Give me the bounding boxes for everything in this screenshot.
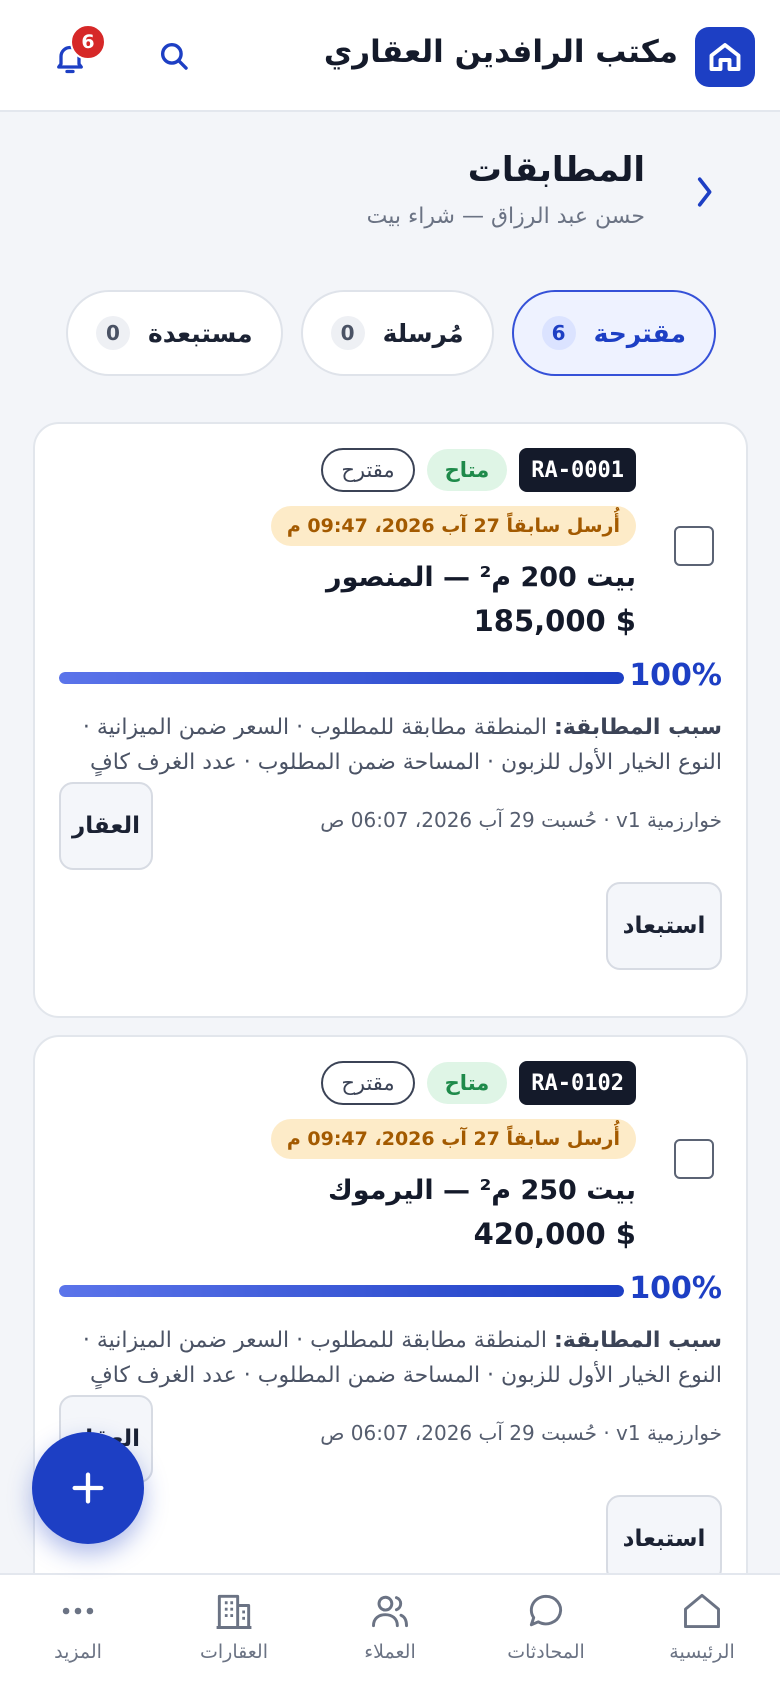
page-subtitle: حسن عبد الرزاق — شراء بيت: [366, 204, 645, 229]
exclude-button[interactable]: استبعاد: [606, 1495, 722, 1583]
availability-badge: متاح: [426, 1062, 508, 1104]
card-chips: RA-0102 متاح مقترح: [321, 1061, 636, 1105]
tab-label: مُرسلة: [382, 318, 464, 348]
view-property-button[interactable]: العقار: [59, 782, 153, 870]
match-score: 100%: [59, 656, 722, 700]
building-icon: [216, 1594, 252, 1629]
algorithm-info: خوارزمية v1 · حُسبت 29 آب 2026، 06:07 ص: [320, 1421, 722, 1445]
tab-sent[interactable]: مُرسلة 0: [300, 290, 494, 376]
availability-badge: متاح: [426, 449, 508, 491]
match-reason-label: سبب المطابقة:: [553, 1328, 722, 1353]
match-score-bar: [59, 1285, 624, 1297]
back-button[interactable]: [686, 172, 722, 212]
nav-item-home[interactable]: الرئيسية: [624, 1575, 780, 1688]
property-price: 185,000 $: [473, 604, 636, 638]
tab-count-badge: 0: [95, 316, 130, 350]
property-title: بيت 250 م² — اليرموك: [328, 1175, 636, 1206]
home-icon: [684, 1593, 720, 1629]
nav-item-more[interactable]: المزيد: [0, 1575, 156, 1688]
page-title: المطابقات: [467, 150, 645, 190]
property-price: 420,000 $: [473, 1217, 636, 1251]
stage-badge: مقترح: [321, 1061, 415, 1105]
exclude-button[interactable]: استبعاد: [606, 882, 722, 970]
stage-badge: مقترح: [321, 448, 415, 492]
bottom-navigation: الرئيسية المحادثات العملاء العقارات المز…: [0, 1573, 780, 1688]
tab-excluded[interactable]: مستبعدة 0: [65, 290, 283, 376]
nav-label: المزيد: [54, 1641, 102, 1663]
match-score-fill: [59, 672, 624, 684]
nav-label: المحادثات: [507, 1641, 585, 1663]
more-icon: [62, 1607, 94, 1615]
nav-item-properties[interactable]: العقارات: [156, 1575, 312, 1688]
notification-count-badge: 6: [70, 24, 106, 60]
nav-item-clients[interactable]: العملاء: [312, 1575, 468, 1688]
nav-label: العقارات: [200, 1641, 268, 1663]
top-app-bar: مكتب الرافدين العقاري 6: [0, 0, 780, 112]
match-reason-label: سبب المطابقة:: [553, 715, 722, 740]
match-score-percent: 100%: [629, 658, 722, 693]
brand-title: مكتب الرافدين العقاري: [323, 34, 678, 70]
match-card: RA-0001 متاح مقترح أُرسل سابقاً 27 آب 20…: [33, 422, 748, 1018]
plus-icon: [72, 1472, 104, 1504]
match-status-tabs: مقترحة 6 مُرسلة 0 مستبعدة 0: [65, 290, 716, 376]
tab-label: مقترحة: [593, 318, 686, 348]
tab-count-badge: 6: [541, 316, 576, 350]
tab-label: مستبعدة: [147, 318, 253, 348]
previously-sent-badge: أُرسل سابقاً 27 آب 2026، 09:47 م: [270, 1119, 636, 1159]
nav-label: العملاء: [364, 1641, 416, 1663]
tab-suggested[interactable]: مقترحة 6: [511, 290, 716, 376]
property-code-chip: RA-0001: [519, 448, 636, 492]
select-checkbox[interactable]: [674, 526, 714, 566]
match-reason: سبب المطابقة: المنطقة مطابقة للمطلوب · ا…: [59, 1323, 722, 1393]
card-chips: RA-0001 متاح مقترح: [321, 448, 636, 492]
match-score: 100%: [59, 1269, 722, 1313]
brand-logo-home-icon: [695, 27, 755, 87]
search-button[interactable]: [152, 34, 196, 78]
users-icon: [372, 1595, 408, 1628]
add-button[interactable]: [32, 1432, 144, 1544]
property-code-chip: RA-0102: [519, 1061, 636, 1105]
chevron-right-icon: [697, 177, 712, 207]
previously-sent-badge: أُرسل سابقاً 27 آب 2026، 09:47 م: [270, 506, 636, 546]
nav-label: الرئيسية: [669, 1641, 735, 1663]
nav-item-chats[interactable]: المحادثات: [468, 1575, 624, 1688]
chat-icon: [529, 1594, 563, 1627]
property-title: بيت 200 م² — المنصور: [326, 562, 636, 593]
select-checkbox[interactable]: [674, 1139, 714, 1179]
match-reason: سبب المطابقة: المنطقة مطابقة للمطلوب · ا…: [59, 710, 722, 780]
match-score-bar: [59, 672, 624, 684]
match-card: RA-0102 متاح مقترح أُرسل سابقاً 27 آب 20…: [33, 1035, 748, 1635]
search-icon: [160, 42, 188, 70]
algorithm-info: خوارزمية v1 · حُسبت 29 آب 2026، 06:07 ص: [320, 808, 722, 832]
match-score-fill: [59, 1285, 624, 1297]
tab-count-badge: 0: [330, 316, 365, 350]
match-score-percent: 100%: [629, 1271, 722, 1306]
